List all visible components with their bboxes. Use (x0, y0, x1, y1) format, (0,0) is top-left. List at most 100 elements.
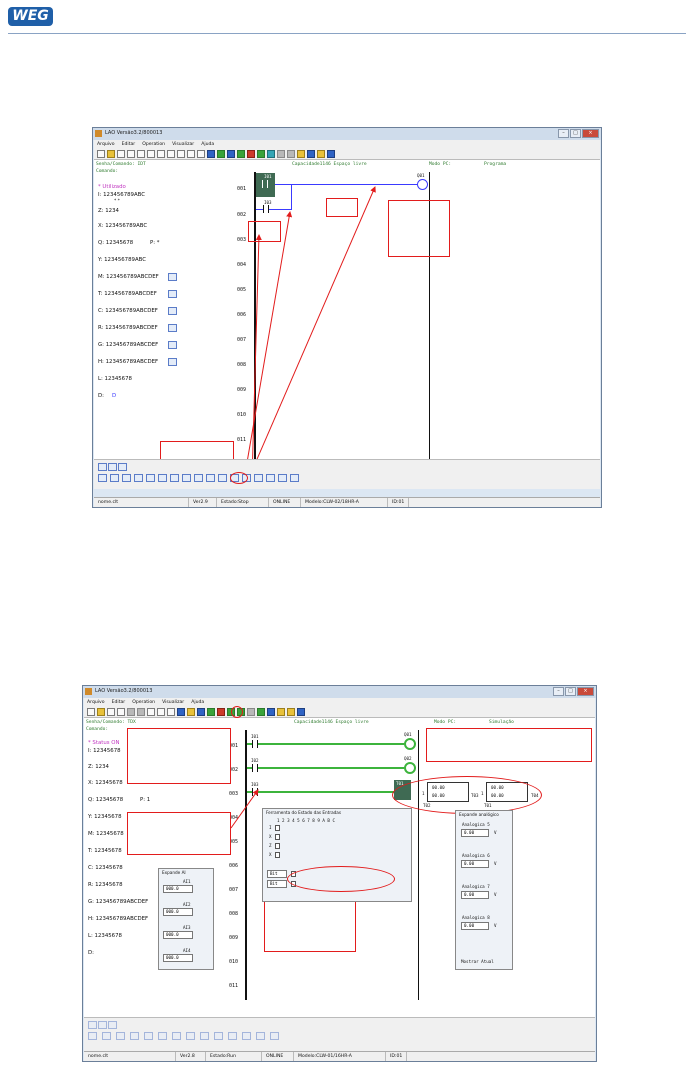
minimize-button[interactable]: – (558, 129, 569, 138)
simulate-icon[interactable] (217, 150, 225, 158)
menu-editar[interactable]: Editar (122, 140, 136, 149)
tool-icon[interactable] (227, 150, 235, 158)
table-icon[interactable] (157, 708, 165, 716)
table-icon[interactable] (177, 150, 185, 158)
branch-icon[interactable] (290, 474, 299, 482)
save-icon[interactable] (117, 150, 125, 158)
coil-icon[interactable] (118, 463, 127, 471)
monitor-icon[interactable] (167, 150, 175, 158)
menu-operation[interactable]: Operation (132, 698, 155, 707)
menu-operation[interactable]: Operation (142, 140, 165, 149)
close-button[interactable]: × (582, 129, 599, 138)
input-cell[interactable] (275, 852, 280, 858)
menu-visualizar[interactable]: Visualizar (172, 140, 194, 149)
globe-icon[interactable] (177, 708, 185, 716)
analog6-value[interactable]: 0.00 (461, 860, 489, 868)
branch-icon[interactable] (214, 1032, 223, 1040)
save-icon[interactable] (107, 708, 115, 716)
show-current-button[interactable]: Mostrar Atual (461, 959, 494, 964)
stop-icon[interactable] (217, 708, 225, 716)
chart-icon[interactable] (187, 150, 195, 158)
stepper-icon[interactable] (257, 708, 265, 716)
minimize-button[interactable]: – (553, 687, 564, 696)
memory-icon[interactable] (297, 150, 305, 158)
branch-icon[interactable] (158, 474, 167, 482)
branch-icon[interactable] (130, 1032, 139, 1040)
branch-icon[interactable] (256, 1032, 265, 1040)
disabled-gear-icon[interactable] (247, 708, 255, 716)
chip-icon[interactable] (317, 150, 325, 158)
write-icon[interactable] (197, 150, 205, 158)
print-preview-icon[interactable] (117, 708, 125, 716)
branch-icon[interactable] (158, 1032, 167, 1040)
analog7-value[interactable]: 0.00 (461, 891, 489, 899)
ai3-value[interactable]: 000.0 (163, 931, 193, 939)
branch-icon[interactable] (278, 474, 287, 482)
branch-icon[interactable] (242, 1032, 251, 1040)
branch-icon[interactable] (122, 474, 131, 482)
stop-icon[interactable] (247, 150, 255, 158)
run-icon[interactable] (207, 708, 215, 716)
ai2-value[interactable]: 000.0 (163, 908, 193, 916)
menu-ajuda[interactable]: Ajuda (201, 140, 214, 149)
print-icon[interactable] (137, 150, 145, 158)
branch-icon[interactable] (172, 1032, 181, 1040)
help-icon[interactable] (297, 708, 305, 716)
branch-icon[interactable] (134, 474, 143, 482)
branch-icon[interactable] (194, 474, 203, 482)
contact-nc-icon[interactable] (108, 463, 117, 471)
menu-arquivo[interactable]: Arquivo (97, 140, 115, 149)
upload-icon[interactable] (257, 150, 265, 158)
ai1-value[interactable]: 000.0 (163, 885, 193, 893)
contact-no-icon[interactable] (98, 463, 107, 471)
branch-icon[interactable] (228, 1032, 237, 1040)
branch-icon[interactable] (144, 1032, 153, 1040)
maximize-button[interactable]: □ (565, 687, 576, 696)
help-icon[interactable] (327, 150, 335, 158)
run-icon[interactable] (237, 150, 245, 158)
download-icon[interactable] (267, 150, 275, 158)
tool-icon[interactable] (197, 708, 205, 716)
menu-arquivo[interactable]: Arquivo (87, 698, 105, 707)
new-file-icon[interactable] (97, 150, 105, 158)
simulate-icon[interactable] (187, 708, 195, 716)
menu-visualizar[interactable]: Visualizar (162, 698, 184, 707)
bit-select-1[interactable]: Bit (267, 870, 287, 878)
contact-no-icon[interactable] (88, 1021, 97, 1029)
analog5-value[interactable]: 0.00 (461, 829, 489, 837)
branch-icon[interactable] (146, 474, 155, 482)
branch-icon[interactable] (182, 474, 191, 482)
undo-icon[interactable] (147, 150, 155, 158)
analog8-value[interactable]: 0.00 (461, 922, 489, 930)
memory-icon[interactable] (277, 708, 285, 716)
ai4-value[interactable]: 000.0 (163, 954, 193, 962)
branch-icon[interactable] (266, 474, 275, 482)
redo-icon[interactable] (157, 150, 165, 158)
menu-editar[interactable]: Editar (112, 698, 126, 707)
new-file-icon[interactable] (87, 708, 95, 716)
redo-icon[interactable] (137, 708, 145, 716)
branch-icon[interactable] (102, 1032, 111, 1040)
branch-icon[interactable] (170, 474, 179, 482)
globe-icon[interactable] (207, 150, 215, 158)
maximize-button[interactable]: □ (570, 129, 581, 138)
branch-icon[interactable] (218, 474, 227, 482)
monitor-icon[interactable] (147, 708, 155, 716)
branch-icon[interactable] (254, 474, 263, 482)
branch-icon[interactable] (110, 474, 119, 482)
chip-icon[interactable] (287, 708, 295, 716)
print-preview-icon[interactable] (127, 150, 135, 158)
chart-icon[interactable] (167, 708, 175, 716)
input-cell[interactable] (275, 834, 280, 840)
branch-icon[interactable] (116, 1032, 125, 1040)
branch-icon[interactable] (98, 474, 107, 482)
open-folder-icon[interactable] (97, 708, 105, 716)
input-cell[interactable] (275, 843, 280, 849)
input-cell[interactable] (275, 825, 280, 831)
branch-icon[interactable] (200, 1032, 209, 1040)
disabled-gear-icon[interactable] (277, 150, 285, 158)
bit-select-2[interactable]: Bit (267, 880, 287, 888)
tool-icon[interactable] (267, 708, 275, 716)
close-button[interactable]: × (577, 687, 594, 696)
menu-ajuda[interactable]: Ajuda (191, 698, 204, 707)
